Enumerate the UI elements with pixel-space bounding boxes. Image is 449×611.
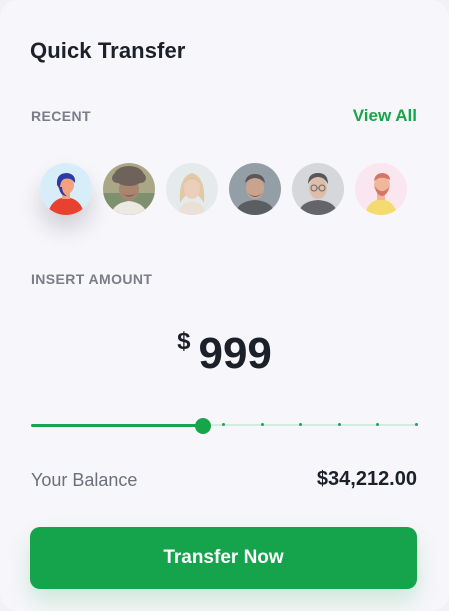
insert-amount-label: INSERT AMOUNT — [31, 271, 153, 287]
slider-thumb[interactable] — [195, 418, 211, 434]
balance-value: $34,212.00 — [316, 468, 417, 490]
avatar-photo-man-dark-shirt-icon — [229, 163, 281, 215]
avatar-illustrated-man-red-icon — [40, 163, 92, 215]
slider-tick — [222, 423, 225, 426]
recent-contact-2[interactable] — [103, 163, 155, 215]
avatar-illustrated-man-yellow-icon — [355, 163, 407, 215]
transfer-now-button[interactable]: Transfer Now — [30, 527, 417, 589]
recent-contact-3[interactable] — [166, 163, 218, 215]
recent-contacts — [40, 163, 410, 217]
amount-value: 999 — [198, 329, 272, 378]
recent-contact-5[interactable] — [292, 163, 344, 215]
avatar-photo-man-glasses-icon — [292, 163, 344, 215]
recent-contact-4[interactable] — [229, 163, 281, 215]
view-all-link[interactable]: View All — [353, 106, 417, 126]
slider-tick — [261, 423, 264, 426]
recent-contact-1[interactable] — [40, 163, 92, 215]
recent-contact-6[interactable] — [355, 163, 407, 215]
balance-label: Your Balance — [31, 470, 138, 490]
avatar-photo-man-curly-hair-icon — [103, 163, 155, 215]
currency-symbol: $ — [177, 328, 191, 355]
slider-fill — [31, 424, 203, 427]
amount-display: $999 — [0, 328, 449, 380]
amount-slider[interactable] — [31, 416, 418, 436]
card-title: Quick Transfer — [30, 38, 186, 63]
slider-tick — [376, 423, 379, 426]
slider-tick — [338, 423, 341, 426]
quick-transfer-card: Quick Transfer RECENT View All INSERT AM… — [0, 0, 449, 611]
recent-label: RECENT — [31, 108, 91, 124]
avatar-photo-woman-blonde-icon — [166, 163, 218, 215]
slider-tick — [299, 423, 302, 426]
slider-tick — [415, 423, 418, 426]
